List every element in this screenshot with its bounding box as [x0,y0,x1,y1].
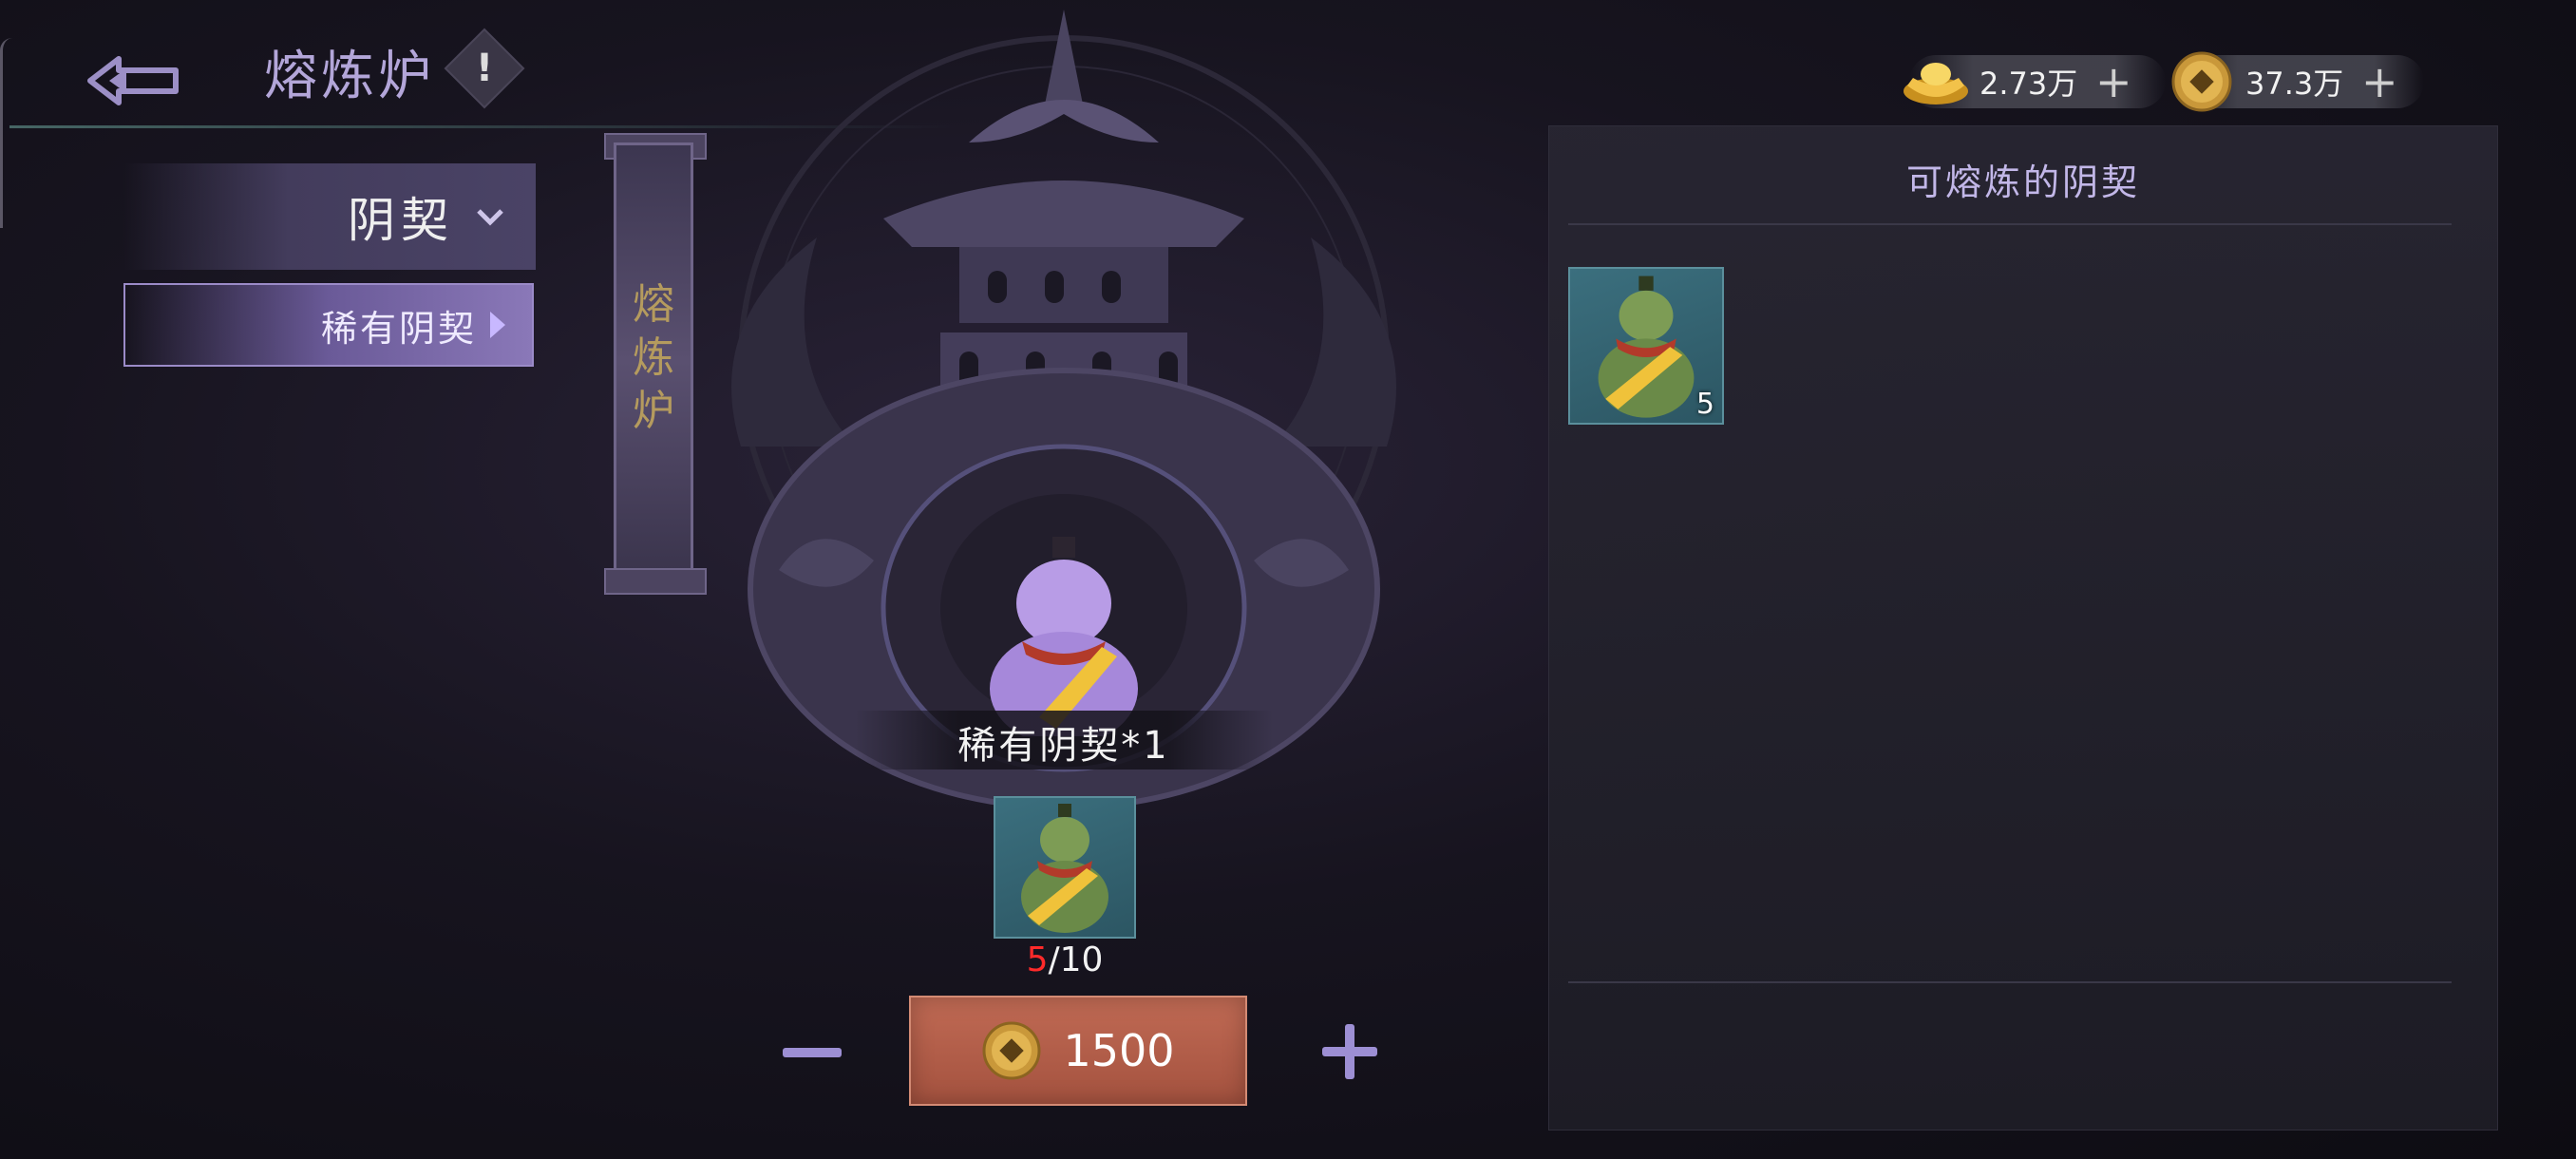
info-button[interactable]: ! [444,28,525,109]
green-gourd-icon [1021,804,1108,933]
currency-coin: 37.3万 + [2171,51,2424,112]
copper-coin-icon [2166,46,2238,118]
inventory-divider [1568,223,2452,225]
subcategory-rare-contract[interactable]: 稀有阴契 [123,283,534,367]
add-coin-button[interactable]: + [2361,60,2398,104]
material-slot[interactable] [994,796,1136,939]
back-arrow-icon [87,56,179,105]
purple-gourd-icon [990,537,1138,736]
decrease-button[interactable] [779,1036,845,1070]
smelt-button[interactable]: 1500 [909,996,1247,1106]
gold-ingot-icon [1900,46,1972,118]
chevron-down-icon [477,209,503,226]
gold-amount: 2.73万 [1979,66,2078,102]
inventory-title: 可熔炼的阴契 [1905,162,2140,203]
info-icon: ! [475,47,494,90]
inventory-bottom-divider [1568,981,2452,983]
subcategory-label: 稀有阴契 [320,307,477,350]
inventory-item-qty: 5 [1695,388,1714,421]
page-title: 熔炼炉 [264,46,435,107]
copper-coin-icon [982,1021,1041,1080]
increase-button[interactable] [1318,1020,1381,1083]
material-need: /10 [1048,940,1104,979]
category-dropdown[interactable]: 阴契 [123,163,536,270]
triangle-right-icon [490,312,505,338]
inventory-item[interactable]: 5 [1568,267,1724,425]
product-label: 稀有阴契*1 [957,724,1170,768]
back-button[interactable] [57,28,209,133]
currency-gold: 2.73万 + [1904,55,2166,108]
add-gold-button[interactable]: + [2095,60,2132,104]
material-count: 5/10 [994,940,1136,979]
category-label: 阴契 [348,193,454,248]
inventory-panel: 可熔炼的阴契 5 [1548,125,2498,1130]
coin-amount: 37.3万 [2245,66,2344,102]
smelt-cost: 1500 [1063,1025,1175,1076]
material-have: 5 [1026,940,1049,979]
left-edge-frame [0,38,12,228]
